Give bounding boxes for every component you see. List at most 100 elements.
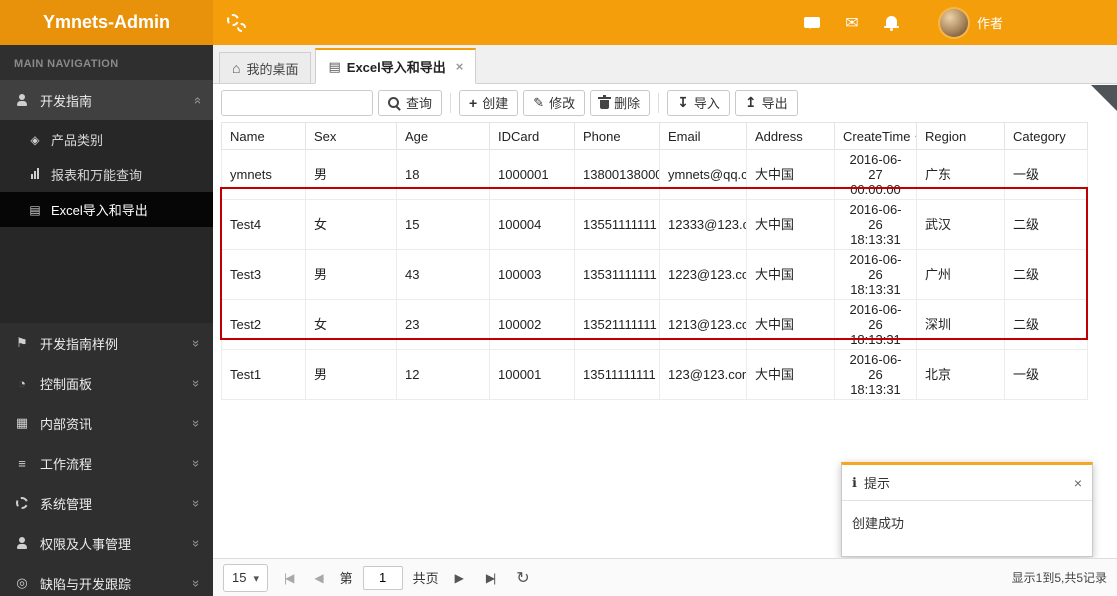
sidebar-item-reports-query[interactable]: 报表和万能查询 xyxy=(0,157,213,192)
cell-region: 武汉 xyxy=(916,199,1005,250)
chevron-down-icon xyxy=(193,456,200,471)
sidebar-item-label: 内部资讯 xyxy=(40,416,93,432)
search-input[interactable] xyxy=(221,89,373,116)
sidebar-item-label: 产品类别 xyxy=(51,133,104,148)
tab-label: Excel导入和导出 xyxy=(346,60,446,75)
table-row[interactable]: ymnets 男 18 1000001 13800138000 ymnets@q… xyxy=(221,149,1088,200)
cell-phone: 13800138000 xyxy=(574,149,660,200)
table-row[interactable]: Test3 男 43 100003 13531111111 1223@123.c… xyxy=(221,249,1088,300)
button-label: 删除 xyxy=(614,96,641,111)
cell-phone: 13521111111 xyxy=(574,299,660,350)
column-header-sex[interactable]: Sex xyxy=(305,122,397,150)
mail-button[interactable] xyxy=(832,0,872,45)
tab-my-desktop[interactable]: 我的桌面 xyxy=(219,52,312,84)
page-input[interactable] xyxy=(362,565,403,590)
toast-close-icon[interactable]: × xyxy=(1074,475,1082,491)
toolbar: 查询 创建 修改 删除 导入 导出 xyxy=(213,84,1117,121)
sidebar-item-label: 报表和万能查询 xyxy=(51,168,143,183)
next-page-button[interactable] xyxy=(449,571,470,585)
table-row[interactable]: Test4 女 15 100004 13551111111 12333@123.… xyxy=(221,199,1088,250)
sidebar-item-dev-guide-samples[interactable]: 开发指南样例 xyxy=(0,323,213,363)
last-page-button[interactable] xyxy=(480,571,500,585)
caret-down-icon xyxy=(253,570,259,585)
tab-bar: 我的桌面 Excel导入和导出 × xyxy=(213,45,1117,84)
cell-idcard: 100002 xyxy=(489,299,575,350)
button-label: 查询 xyxy=(406,96,433,111)
refresh-button[interactable] xyxy=(510,568,535,588)
search-icon xyxy=(388,97,399,108)
cell-phone: 13511111111 xyxy=(574,349,660,400)
prev-page-button[interactable] xyxy=(308,571,329,585)
user-menu[interactable]: 作者 xyxy=(939,8,1003,37)
sidebar-item-permissions-hr[interactable]: 权限及人事管理 xyxy=(0,523,213,563)
column-header-idcard[interactable]: IDCard xyxy=(489,122,575,150)
sidebar-item-defect-tracking[interactable]: 缺陷与开发跟踪 xyxy=(0,563,213,596)
button-label: 导出 xyxy=(761,96,788,111)
cell-email: 1213@123.co xyxy=(659,299,747,350)
table-row[interactable]: Test1 男 12 100001 13511111111 123@123.co… xyxy=(221,349,1088,400)
gear-icon-small xyxy=(237,22,246,32)
cogs-icon[interactable] xyxy=(227,13,246,32)
dashboard-icon xyxy=(13,376,31,391)
column-header-address[interactable]: Address xyxy=(746,122,835,150)
button-label: 修改 xyxy=(549,96,576,111)
export-button[interactable]: 导出 xyxy=(734,89,798,116)
column-header-createtime[interactable]: CreateTime xyxy=(834,122,917,150)
chevron-down-icon xyxy=(193,576,200,591)
sort-descending-icon xyxy=(910,129,915,144)
chevron-up-icon xyxy=(193,93,200,108)
cell-email: ymnets@qq.cc xyxy=(659,149,747,200)
cell-email: 1223@123.co xyxy=(659,249,747,300)
toast-title: 提示 xyxy=(863,476,890,491)
sidebar-item-excel-import-export[interactable]: Excel导入和导出 xyxy=(0,192,213,227)
sidebar-item-control-panel[interactable]: 控制面板 xyxy=(0,363,213,403)
cell-name: Test2 xyxy=(221,299,306,350)
sidebar-item-dev-guide[interactable]: 开发指南 xyxy=(0,80,213,120)
delete-button[interactable]: 删除 xyxy=(590,89,651,116)
flag-icon xyxy=(13,335,31,351)
brand-logo[interactable]: Ymnets-Admin xyxy=(0,0,213,45)
gear-icon xyxy=(13,497,31,509)
cell-name: ymnets xyxy=(221,149,306,200)
sidebar: MAIN NAVIGATION 开发指南 产品类别 报表和万能查询 Excel导… xyxy=(0,45,213,596)
sidebar-item-label: 开发指南样例 xyxy=(40,336,119,352)
bell-icon xyxy=(884,15,900,31)
table-row[interactable]: Test2 女 23 100002 13521111111 1213@123.c… xyxy=(221,299,1088,350)
notifications-button[interactable] xyxy=(872,0,912,45)
sidebar-item-label: 工作流程 xyxy=(40,456,93,472)
comment-icon xyxy=(803,17,820,29)
first-page-button[interactable] xyxy=(278,571,298,585)
chart-bars-icon xyxy=(27,168,43,179)
cell-category: 二级 xyxy=(1004,299,1088,350)
messages-button[interactable] xyxy=(792,0,832,45)
page-size-select[interactable]: 15 xyxy=(223,563,268,592)
toast-notification: 提示 × 创建成功 xyxy=(841,462,1093,557)
sidebar-item-label: Excel导入和导出 xyxy=(51,203,148,218)
sidebar-item-label: 缺陷与开发跟踪 xyxy=(40,576,132,592)
tab-excel-import-export[interactable]: Excel导入和导出 × xyxy=(315,48,477,84)
column-header-region[interactable]: Region xyxy=(916,122,1005,150)
column-header-category[interactable]: Category xyxy=(1004,122,1088,150)
query-button[interactable]: 查询 xyxy=(378,89,443,116)
user-name: 作者 xyxy=(976,16,1003,31)
column-header-email[interactable]: Email xyxy=(659,122,747,150)
sidebar-item-workflow[interactable]: 工作流程 xyxy=(0,443,213,483)
column-header-name[interactable]: Name xyxy=(221,122,306,150)
column-header-age[interactable]: Age xyxy=(396,122,490,150)
cell-category: 一级 xyxy=(1004,349,1088,400)
sidebar-item-internal-news[interactable]: 内部资讯 xyxy=(0,403,213,443)
sidebar-item-system-management[interactable]: 系统管理 xyxy=(0,483,213,523)
column-header-phone[interactable]: Phone xyxy=(574,122,660,150)
button-label: 导入 xyxy=(693,96,720,111)
tab-close-icon[interactable]: × xyxy=(456,59,464,74)
file-icon xyxy=(27,203,43,217)
import-button[interactable]: 导入 xyxy=(667,89,730,116)
toast-header: 提示 × xyxy=(842,465,1092,501)
cell-createtime: 2016-06-26 18:13:31 xyxy=(834,199,917,250)
create-button[interactable]: 创建 xyxy=(459,89,519,116)
modify-button[interactable]: 修改 xyxy=(523,89,586,116)
envelope-icon xyxy=(845,13,858,33)
toolbar-divider xyxy=(658,92,660,113)
sidebar-item-product-category[interactable]: 产品类别 xyxy=(0,122,213,157)
cell-address: 大中国 xyxy=(746,149,835,200)
